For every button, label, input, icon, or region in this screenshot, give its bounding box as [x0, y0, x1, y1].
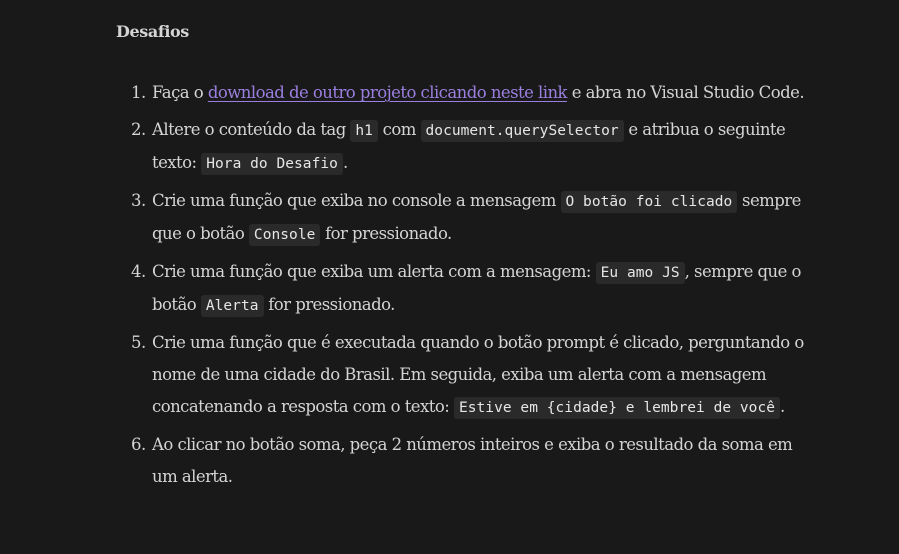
challenge-item: 3. Crie uma função que exiba no console a… — [131, 185, 812, 251]
challenge-item: 2. Altere o conteúdo da tag h1 com docume… — [131, 114, 812, 180]
item-text: Faça o — [152, 83, 208, 102]
inline-code: Alerta — [200, 295, 264, 317]
item-number: 1. — [131, 83, 146, 102]
item-text: . — [780, 397, 785, 417]
item-text: for pressionado. — [263, 295, 395, 314]
item-number: 5. — [131, 332, 146, 352]
item-number: 2. — [131, 119, 146, 139]
inline-code: h1 — [350, 119, 378, 142]
item-text: Crie uma função que exiba no console a m… — [152, 190, 561, 210]
item-number: 3. — [131, 190, 146, 210]
inline-code: Estive em {cidade} e lembrei de você — [453, 397, 781, 420]
item-number: 4. — [131, 261, 146, 281]
item-text: Ao clicar no botão soma, peça 2 números … — [152, 435, 793, 487]
item-text: for pressionado. — [320, 224, 452, 243]
item-text: e abra no Visual Studio Code. — [567, 83, 805, 102]
inline-code: Hora do Desafio — [201, 153, 343, 175]
inline-code: document.querySelector — [420, 119, 624, 142]
challenge-item: 4. Crie uma função que exiba um alerta co… — [131, 256, 812, 322]
challenge-list: 1. Faça o download de outro projeto clica… — [112, 77, 812, 498]
download-link[interactable]: download de outro projeto clicando neste… — [208, 83, 568, 102]
inline-code: O botão foi clicado — [560, 190, 738, 213]
inline-code: Eu amo JS — [595, 261, 685, 284]
item-text: com — [377, 119, 421, 139]
item-text: Crie uma função que exiba um alerta com … — [152, 261, 596, 281]
item-text: . — [342, 153, 348, 172]
challenge-item: 1. Faça o download de outro projeto clica… — [131, 77, 812, 109]
challenge-item: 5. Crie uma função que é executada quando… — [131, 327, 812, 425]
inline-code: Console — [248, 224, 321, 246]
item-text: Altere o conteúdo da tag — [152, 119, 351, 139]
section-heading: Desafios — [116, 22, 189, 41]
item-number: 6. — [131, 435, 146, 454]
challenge-item: 6. Ao clicar no botão soma, peça 2 número… — [131, 429, 812, 493]
